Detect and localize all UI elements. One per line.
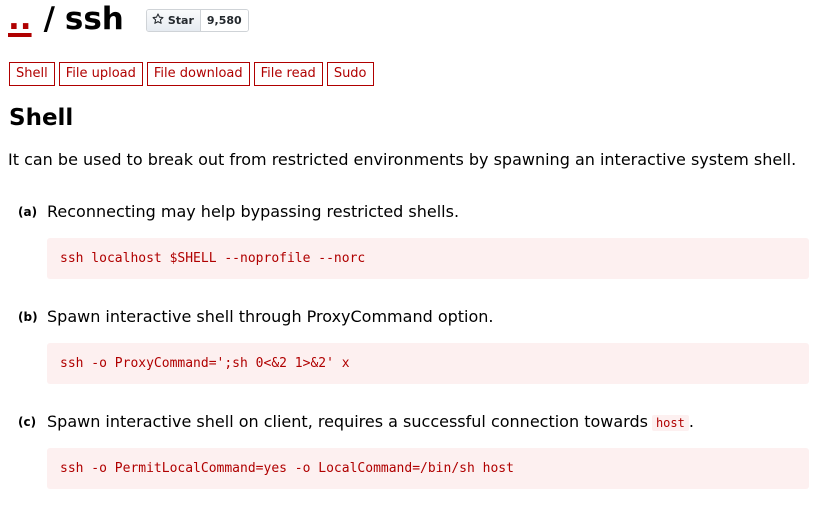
tab-file-upload[interactable]: File upload xyxy=(58,62,143,86)
binary-name: ssh xyxy=(64,0,124,37)
section-intro: It can be used to break out from restric… xyxy=(8,150,797,169)
title-separator: / xyxy=(43,0,55,37)
example-b: (b) Spawn interactive shell through Prox… xyxy=(0,307,839,384)
page-title: .. / ssh xyxy=(8,0,124,37)
example-letter: (b) xyxy=(18,310,38,324)
example-description: Spawn interactive shell on client, requi… xyxy=(47,412,694,431)
function-tabs: Shell File upload File download File rea… xyxy=(9,62,374,86)
example-a: (a) Reconnecting may help bypassing rest… xyxy=(0,202,839,279)
example-letter: (c) xyxy=(18,415,37,429)
code-block[interactable]: ssh -o PermitLocalCommand=yes -o LocalCo… xyxy=(47,448,809,489)
example-description-text: Spawn interactive shell on client, requi… xyxy=(47,412,648,431)
star-label: Star xyxy=(167,13,194,27)
code-block[interactable]: ssh localhost $SHELL --noprofile --norc xyxy=(47,238,809,279)
page-header: .. / ssh Star 9,580 xyxy=(8,0,249,40)
tab-file-download[interactable]: File download xyxy=(146,62,250,86)
page: .. / ssh Star 9,580 Shell File upload Fi… xyxy=(0,0,839,516)
description-trailing: . xyxy=(688,412,694,431)
inline-code-host: host xyxy=(651,415,689,431)
star-button[interactable]: Star xyxy=(146,9,201,31)
example-description: Reconnecting may help bypassing restrict… xyxy=(47,202,460,221)
star-count[interactable]: 9,580 xyxy=(200,9,248,31)
example-letter: (a) xyxy=(18,205,38,219)
star-icon xyxy=(152,12,168,28)
parent-directory-link[interactable]: .. xyxy=(8,3,32,35)
tab-shell[interactable]: Shell xyxy=(9,62,55,86)
github-star-widget: Star 9,580 xyxy=(145,8,249,32)
example-description: Spawn interactive shell through ProxyCom… xyxy=(47,307,494,326)
example-c: (c) Spawn interactive shell on client, r… xyxy=(0,412,839,489)
tab-sudo[interactable]: Sudo xyxy=(326,62,374,86)
code-block[interactable]: ssh -o ProxyCommand=';sh 0<&2 1>&2' x xyxy=(47,343,809,384)
section-title: Shell xyxy=(9,105,74,131)
tab-file-read[interactable]: File read xyxy=(253,62,323,86)
